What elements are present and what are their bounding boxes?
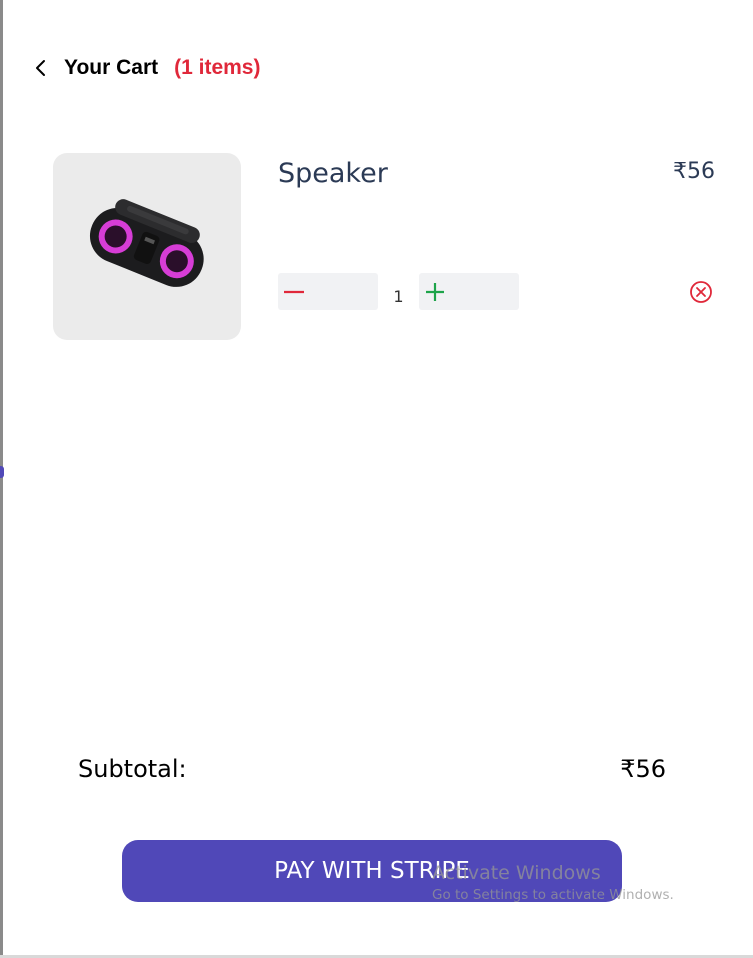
decrease-quantity-button[interactable] <box>278 273 378 310</box>
plus-icon <box>426 283 444 301</box>
activate-windows-subtitle: Go to Settings to activate Windows. <box>432 887 674 903</box>
edge-indicator <box>0 466 4 478</box>
speaker-icon <box>89 198 204 287</box>
remove-item-button[interactable] <box>689 280 713 304</box>
subtotal-value: ₹56 <box>620 755 666 783</box>
increase-quantity-button[interactable] <box>419 273 519 310</box>
activate-windows-title: Activate Windows <box>432 862 601 884</box>
close-circle-icon <box>690 281 712 303</box>
subtotal-label: Subtotal: <box>78 755 187 783</box>
cart-title: Your Cart <box>64 56 159 79</box>
quantity-value: 1 <box>393 287 404 306</box>
back-button[interactable] <box>30 57 52 79</box>
minus-icon <box>284 290 304 294</box>
cart-header: Your Cart (1 items) <box>30 52 260 84</box>
product-name: Speaker <box>278 158 388 189</box>
window-left-edge <box>0 0 3 958</box>
cart-item-count: (1 items) <box>174 56 261 79</box>
product-price: ₹56 <box>673 159 715 184</box>
chevron-left-icon <box>36 60 45 76</box>
product-image <box>53 153 241 340</box>
